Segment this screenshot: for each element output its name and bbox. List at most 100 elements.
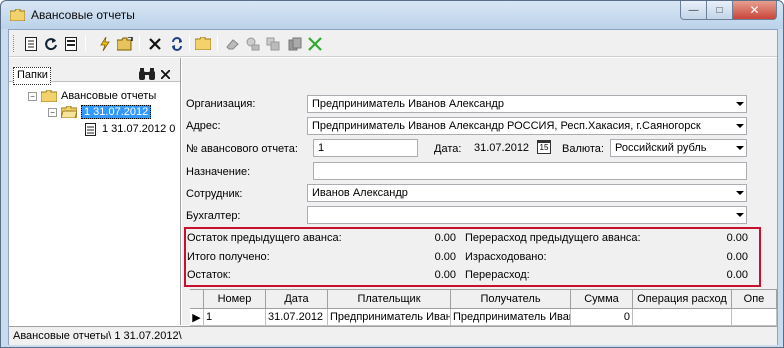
table-cell[interactable]: 0 (571, 309, 633, 326)
column-header[interactable]: Сумма (571, 290, 633, 309)
toolbar-grip[interactable] (13, 35, 16, 52)
expense-table: Номер Дата Плательщик Получатель Сумма О… (190, 289, 777, 326)
currency-combo[interactable]: Российский рубль (610, 139, 747, 157)
column-header[interactable]: Дата (266, 290, 328, 309)
accountant-label: Бухгалтер: (186, 210, 241, 222)
chevron-down-icon[interactable] (736, 213, 744, 217)
table-cell[interactable]: 1 (204, 309, 266, 326)
folder-icon[interactable] (193, 34, 213, 53)
window-title: Авансовые отчеты (31, 8, 135, 22)
tab-folders[interactable]: Папки (13, 67, 51, 85)
document-icon (85, 122, 96, 136)
toolbar-separator (85, 35, 86, 51)
currency-value: Российский рубль (615, 142, 707, 154)
toolbar-separator (217, 35, 218, 51)
accountant-combo[interactable] (307, 206, 747, 224)
balance-value: 0.00 (434, 269, 456, 281)
report-number-label: № авансового отчета: (186, 143, 298, 155)
address-label: Адрес: (186, 120, 221, 132)
column-header[interactable]: Операция расход (633, 290, 732, 309)
folder-icon (10, 9, 25, 21)
organization-label: Организация: (186, 98, 256, 110)
lightning-icon[interactable] (95, 34, 115, 53)
date-value[interactable]: 31.07.2012 (474, 142, 529, 154)
table-cell[interactable]: Предприниматель Иван (451, 309, 571, 326)
prev-overspend-value: 0.00 (726, 232, 748, 244)
report-number-value: 1 (318, 142, 325, 154)
address-value: Предприниматель Иванов Александр РОССИЯ,… (312, 120, 701, 132)
report-number-field[interactable]: 1 (313, 139, 418, 157)
collapse-icon[interactable]: − (48, 107, 57, 117)
overspend-label: Перерасход: (465, 269, 530, 281)
title-bar[interactable]: Авансовые отчеты — □ ✕ (1, 1, 783, 29)
pages-disabled-icon[interactable] (285, 34, 305, 53)
column-header[interactable]: Номер (204, 290, 266, 309)
tree-item-label: 1 31.07.2012 (81, 105, 152, 119)
list-icon[interactable] (61, 34, 81, 53)
binoculars-icon[interactable] (139, 68, 155, 83)
overspend-value: 0.00 (726, 269, 748, 281)
close-button[interactable]: ✕ (733, 1, 777, 20)
tree-item-report-doc[interactable]: 1 31.07.2012 0 (85, 121, 175, 137)
table-cell[interactable]: 31.07.2012 (266, 309, 328, 326)
date-label: Дата: (434, 143, 462, 155)
column-header[interactable]: Опе (732, 290, 777, 309)
tree-item-label: 1 31.07.2012 0 (102, 123, 176, 135)
column-header[interactable]: Получатель (451, 290, 571, 309)
status-path: Авансовые отчеты\ 1 31.07.2012\ (13, 330, 182, 342)
minimize-button[interactable]: — (680, 1, 707, 20)
tree-item-report-1[interactable]: − 1 31.07.2012 (48, 104, 152, 120)
employee-label: Сотрудник: (186, 188, 243, 200)
open-folder-icon[interactable] (115, 34, 135, 53)
purpose-label: Назначение: (186, 166, 251, 178)
table-cell[interactable]: Предприниматель Иван (328, 309, 451, 326)
close-icon[interactable] (160, 67, 171, 82)
received-label: Итого получено: (187, 251, 270, 263)
received-value: 0.00 (434, 251, 456, 263)
check-icon[interactable] (305, 34, 325, 53)
chevron-down-icon[interactable] (736, 191, 744, 195)
table-cell[interactable] (732, 309, 777, 326)
currency-label: Валюта: (562, 143, 604, 155)
toolbar-separator (189, 35, 190, 51)
document-icon[interactable] (21, 34, 41, 53)
collapse-icon[interactable]: − (28, 91, 37, 101)
window-controls: — □ ✕ (680, 1, 777, 21)
address-combo[interactable]: Предприниматель Иванов Александр РОССИЯ,… (307, 117, 747, 135)
chevron-down-icon[interactable] (736, 102, 744, 106)
eraser-icon[interactable] (223, 34, 243, 53)
open-folder-icon (61, 106, 77, 118)
row-indicator[interactable]: ▶ (190, 309, 204, 326)
prev-balance-label: Остаток предыдущего аванса: (187, 232, 342, 244)
folders-pane: Папки − Авансовые отчеты − 1 31.07.2012 (9, 58, 181, 325)
sync-icon[interactable] (167, 34, 187, 53)
maximize-button[interactable]: □ (707, 1, 733, 20)
table-cell[interactable] (633, 309, 732, 326)
totals-summary: Остаток предыдущего аванса: 0.00 Перерас… (184, 227, 761, 287)
balance-label: Остаток: (187, 269, 231, 281)
calendar-icon[interactable]: 15 (537, 140, 551, 154)
organization-value: Предприниматель Иванов Александр (312, 98, 504, 110)
chevron-down-icon[interactable] (736, 146, 744, 150)
spent-label: Израсходовано: (465, 251, 547, 263)
main-window: Авансовые отчеты — □ ✕ Папки − Авансовые… (0, 0, 784, 348)
folder-icon (41, 90, 57, 102)
delete-icon[interactable] (145, 34, 165, 53)
tree-item-advance-reports[interactable]: − Авансовые отчеты (28, 88, 156, 104)
refresh-icon[interactable] (41, 34, 61, 53)
organization-combo[interactable]: Предприниматель Иванов Александр (307, 95, 747, 113)
chevron-down-icon[interactable] (736, 124, 744, 128)
toolbar-separator (139, 35, 140, 51)
status-bar: Авансовые отчеты\ 1 31.07.2012\ (9, 326, 777, 345)
stamp-icon[interactable] (243, 34, 263, 53)
spent-value: 0.00 (726, 251, 748, 263)
copy-disabled-icon[interactable] (263, 34, 283, 53)
column-header[interactable]: Плательщик (328, 290, 451, 309)
employee-value: Иванов Александр (312, 187, 408, 199)
report-form: Организация: Предприниматель Иванов Алек… (182, 58, 777, 326)
employee-combo[interactable]: Иванов Александр (307, 184, 747, 202)
prev-overspend-label: Перерасход предыдущего аванса: (465, 232, 641, 244)
prev-balance-value: 0.00 (434, 232, 456, 244)
purpose-field[interactable] (313, 162, 747, 180)
client-area: Папки − Авансовые отчеты − 1 31.07.2012 (8, 29, 778, 345)
